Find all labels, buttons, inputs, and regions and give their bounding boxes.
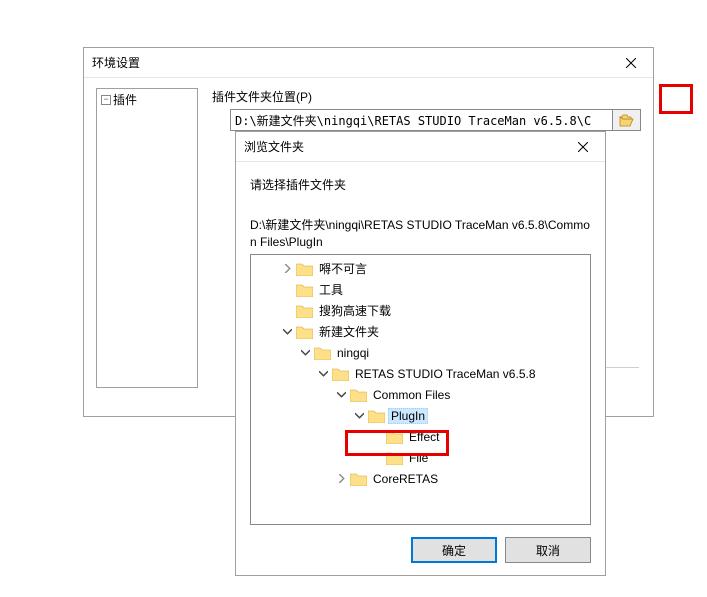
category-item-plugin[interactable]: − 插件 — [97, 89, 197, 110]
category-tree[interactable]: − 插件 — [96, 88, 198, 388]
tree-item[interactable]: Effect — [251, 426, 590, 447]
browse-folder-dialog: 浏览文件夹 请选择插件文件夹 D:\新建文件夹\ningqi\RETAS STU… — [235, 131, 606, 576]
folder-tree[interactable]: 嘚不可言 工具 搜狗高速下载 新建文件夹 ningqi — [250, 254, 591, 525]
category-label: 插件 — [113, 91, 137, 108]
tree-label: RETAS STUDIO TraceMan v6.5.8 — [352, 366, 539, 382]
browse-button-bar: 确定 取消 — [250, 525, 591, 563]
tree-label: PlugIn — [388, 408, 428, 424]
folder-icon — [296, 283, 313, 297]
browse-body: 请选择插件文件夹 D:\新建文件夹\ningqi\RETAS STUDIO Tr… — [236, 162, 605, 575]
browse-current-path: D:\新建文件夹\ningqi\RETAS STUDIO TraceMan v6… — [250, 217, 591, 250]
folder-icon — [296, 304, 313, 318]
browse-button[interactable] — [613, 109, 641, 131]
env-title: 环境设置 — [92, 54, 140, 71]
tree-label: 工具 — [316, 280, 346, 299]
close-icon — [578, 142, 588, 152]
tree-label: Effect — [406, 429, 442, 445]
browse-prompt: 请选择插件文件夹 — [250, 176, 591, 193]
tree-item[interactable]: CoreRETAS — [251, 468, 590, 489]
tree-label: 嘚不可言 — [316, 259, 370, 278]
chevron-down-icon[interactable] — [335, 389, 347, 401]
tree-label: Common Files — [370, 387, 453, 403]
close-icon — [626, 58, 636, 68]
tree-item[interactable]: 工具 — [251, 279, 590, 300]
expander-empty — [371, 431, 383, 443]
folder-icon — [368, 409, 385, 423]
env-close-button[interactable] — [608, 48, 653, 77]
tree-label: 搜狗高速下载 — [316, 301, 394, 320]
browse-title: 浏览文件夹 — [244, 138, 304, 155]
expander-empty — [281, 284, 293, 296]
path-row — [212, 109, 641, 131]
browse-titlebar: 浏览文件夹 — [236, 132, 605, 162]
expander-empty — [371, 452, 383, 464]
tree-item[interactable]: 搜狗高速下载 — [251, 300, 590, 321]
chevron-down-icon[interactable] — [353, 410, 365, 422]
open-folder-icon — [619, 114, 635, 127]
tree-item[interactable]: ningqi — [251, 342, 590, 363]
tree-item[interactable]: 新建文件夹 — [251, 321, 590, 342]
chevron-down-icon[interactable] — [281, 326, 293, 338]
minus-icon[interactable]: − — [101, 95, 111, 105]
folder-icon — [314, 346, 331, 360]
tree-label: 新建文件夹 — [316, 322, 382, 341]
folder-icon — [386, 430, 403, 444]
env-titlebar: 环境设置 — [84, 48, 653, 78]
folder-icon — [386, 451, 403, 465]
tree-item[interactable]: Common Files — [251, 384, 590, 405]
folder-icon — [350, 472, 367, 486]
folder-icon — [296, 325, 313, 339]
chevron-down-icon[interactable] — [299, 347, 311, 359]
tree-label: CoreRETAS — [370, 471, 441, 487]
tree-item[interactable]: File — [251, 447, 590, 468]
cancel-button[interactable]: 取消 — [505, 537, 591, 563]
tree-label: File — [406, 450, 431, 466]
expander-empty — [281, 305, 293, 317]
annotation-browse-highlight — [659, 84, 693, 114]
chevron-right-icon[interactable] — [335, 473, 347, 485]
folder-icon — [296, 262, 313, 276]
tree-label: ningqi — [334, 345, 372, 361]
browse-close-button[interactable] — [560, 132, 605, 161]
chevron-right-icon[interactable] — [281, 263, 293, 275]
tree-item[interactable]: RETAS STUDIO TraceMan v6.5.8 — [251, 363, 590, 384]
ok-button[interactable]: 确定 — [411, 537, 497, 563]
path-field-label: 插件文件夹位置(P) — [212, 88, 641, 105]
folder-icon — [350, 388, 367, 402]
folder-icon — [332, 367, 349, 381]
plugin-path-input[interactable] — [230, 109, 613, 131]
chevron-down-icon[interactable] — [317, 368, 329, 380]
tree-item[interactable]: 嘚不可言 — [251, 258, 590, 279]
tree-item-selected[interactable]: PlugIn — [251, 405, 590, 426]
